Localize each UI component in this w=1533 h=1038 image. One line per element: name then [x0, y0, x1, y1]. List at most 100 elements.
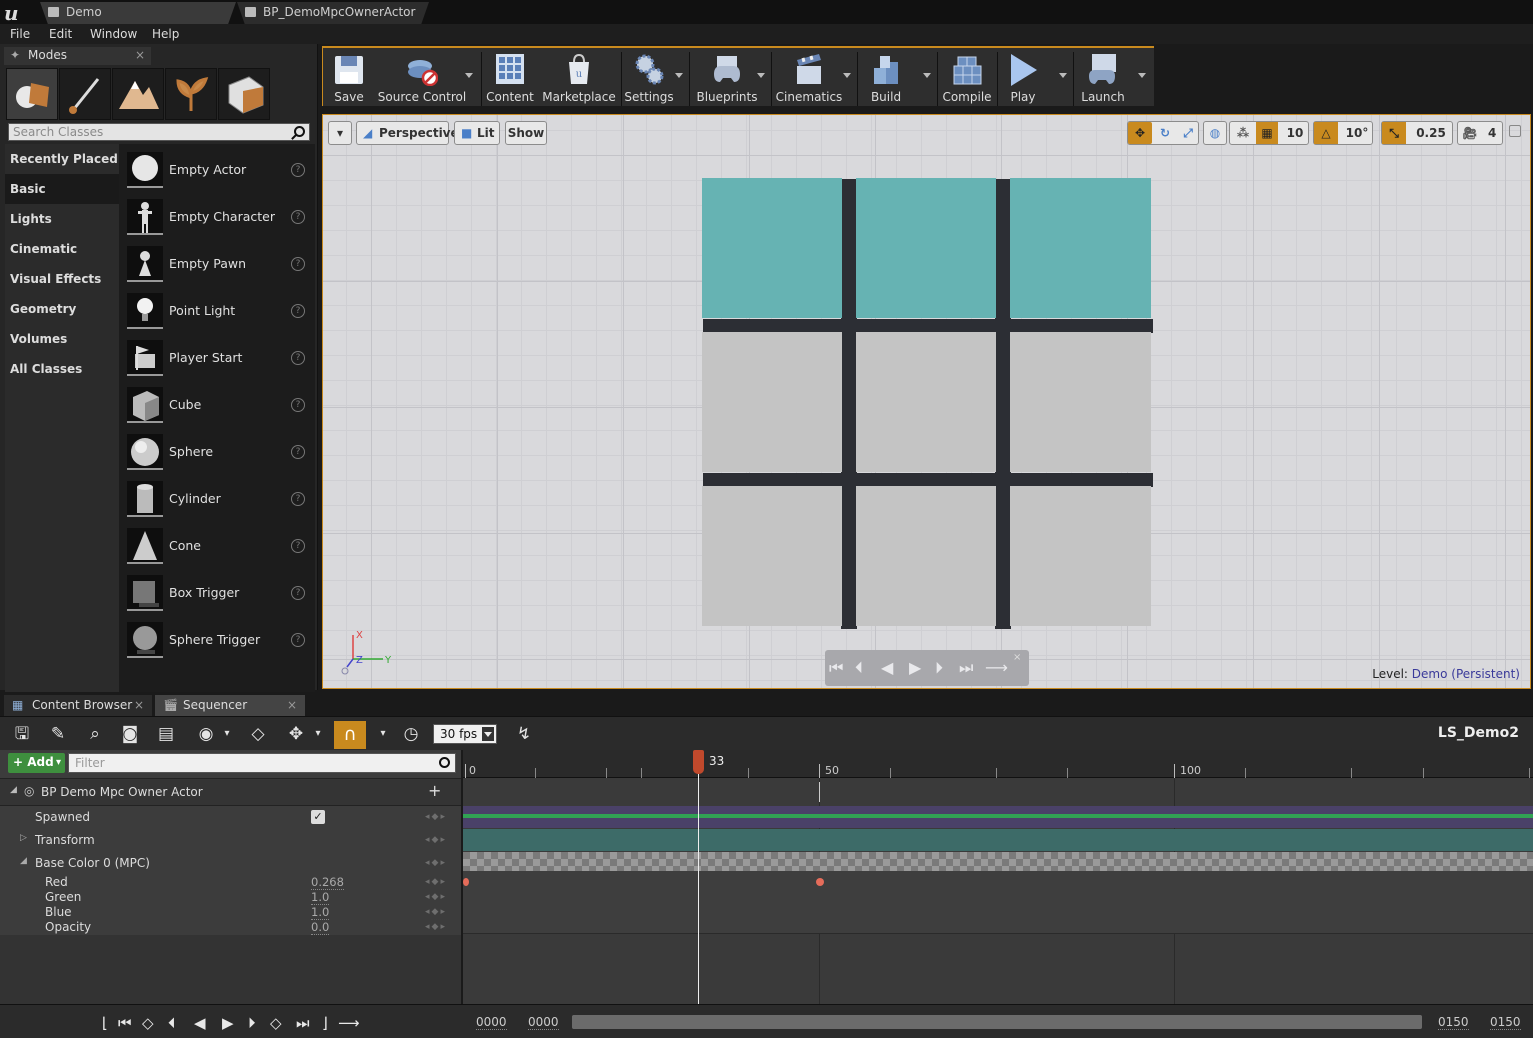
eye-icon[interactable]: ◉ — [195, 724, 217, 744]
teal-cube[interactable] — [702, 178, 842, 318]
modes-tab[interactable]: ✦ Modes × — [4, 47, 151, 65]
channel-value[interactable]: 1.0 — [311, 905, 330, 920]
transform-section[interactable] — [463, 829, 1533, 851]
play-button[interactable]: Play — [999, 48, 1047, 108]
source-control-dropdown-icon[interactable] — [465, 73, 473, 78]
surface-snap-icon[interactable]: ⁂ — [1232, 122, 1254, 144]
close-icon[interactable]: × — [135, 47, 145, 64]
place-item-point-light[interactable]: Point Light ? — [119, 287, 315, 334]
step-forward-icon[interactable]: ⏵ — [248, 1014, 256, 1032]
grey-cube[interactable] — [856, 486, 996, 626]
grey-cube[interactable] — [1010, 332, 1151, 472]
help-icon[interactable]: ? — [291, 633, 305, 647]
category-basic[interactable]: Basic — [5, 174, 119, 204]
set-end-icon[interactable]: ⌋ — [322, 1014, 328, 1032]
tab-blueprint[interactable]: BP_DemoMpcOwnerActor — [237, 2, 429, 24]
render-movie-icon[interactable]: ▤ — [155, 724, 177, 744]
channel-value[interactable]: 0.0 — [311, 920, 330, 935]
chevron-down-icon[interactable]: ▾ — [216, 724, 238, 744]
help-icon[interactable]: ? — [291, 492, 305, 506]
channel-row-blue[interactable]: Blue 1.0 ◂◆▸ — [0, 904, 461, 920]
category-visual-effects[interactable]: Visual Effects — [5, 264, 119, 294]
search-classes-input[interactable]: Search Classes — [8, 123, 310, 141]
geometry-mode-button[interactable] — [218, 68, 270, 120]
maximize-viewport-icon[interactable] — [1509, 125, 1521, 137]
add-track-button[interactable]: + Add ▾ — [8, 753, 65, 773]
place-item-empty-pawn[interactable]: Empty Pawn ? — [119, 240, 315, 287]
clock-icon[interactable]: ◷ — [400, 724, 422, 744]
category-recently-placed[interactable]: Recently Placed — [5, 144, 119, 174]
world-local-toggle[interactable]: ◍ — [1203, 121, 1227, 145]
show-button[interactable]: Show — [505, 121, 547, 145]
close-icon[interactable]: × — [1013, 652, 1021, 663]
translate-icon[interactable]: ✥ — [1128, 122, 1152, 144]
skip-to-end-icon[interactable]: ⏭ — [296, 1014, 310, 1032]
scale-snap-icon[interactable]: ⤡ — [1382, 122, 1406, 144]
tab-demo-level[interactable]: Demo — [40, 2, 236, 24]
compile-button[interactable]: Compile — [941, 48, 993, 108]
settings-dropdown-icon[interactable] — [675, 73, 683, 78]
channel-keys-area[interactable] — [463, 871, 1533, 934]
help-icon[interactable]: ? — [291, 398, 305, 412]
transform-track-row[interactable]: ▷ Transform ◂◆▸ — [0, 829, 461, 851]
tab-sequencer[interactable]: 🎬︎ Sequencer × — [155, 695, 305, 716]
keyframe-dot[interactable] — [463, 878, 469, 886]
teal-cube[interactable] — [1010, 178, 1151, 318]
key-navigation-icon[interactable]: ◂◆▸ — [425, 877, 447, 887]
menu-help[interactable]: Help — [152, 27, 179, 41]
rotation-snap-icon[interactable]: △ — [1314, 122, 1338, 144]
camera-icon[interactable]: ◙ — [119, 724, 141, 744]
key-navigation-icon[interactable]: ◂◆▸ — [425, 907, 447, 917]
perspective-button[interactable]: ◢ Perspective — [356, 121, 459, 145]
play-dropdown-icon[interactable] — [1059, 73, 1067, 78]
grey-cube[interactable] — [856, 332, 996, 472]
blueprints-button[interactable]: Blueprints — [691, 48, 763, 108]
lit-button[interactable]: ■ Lit — [454, 121, 500, 145]
add-icon[interactable]: + — [428, 781, 441, 800]
settings-button[interactable]: Settings — [623, 48, 675, 108]
previous-key-icon[interactable]: ◇ — [142, 1014, 154, 1032]
step-forward-icon[interactable]: ⏵ — [935, 658, 943, 678]
view-start-timecode[interactable]: 0000 — [476, 1015, 507, 1030]
level-viewport[interactable]: ▾ ◢ Perspective ■ Lit Show ✥ ↻ ⤢ ◍ ⁂ ▦ 1… — [322, 114, 1531, 689]
tab-content-browser[interactable]: ▦ Content Browser × — [4, 695, 152, 716]
source-control-button[interactable]: Source Control — [377, 48, 467, 108]
loop-icon[interactable]: ⟶ — [338, 1014, 360, 1032]
menu-window[interactable]: Window — [90, 27, 137, 41]
help-icon[interactable]: ? — [291, 445, 305, 459]
close-icon[interactable]: × — [287, 695, 297, 715]
scale-snap-value[interactable]: 0.25 — [1410, 122, 1452, 144]
scale-icon[interactable]: ⤢ — [1177, 122, 1199, 144]
set-start-icon[interactable]: ⌊ — [102, 1014, 108, 1032]
category-all-classes[interactable]: All Classes — [5, 354, 119, 384]
expand-arrow-icon[interactable]: ◢ — [20, 856, 27, 866]
category-volumes[interactable]: Volumes — [5, 324, 119, 354]
time-ruler[interactable]: 0 50 100 — [463, 750, 1533, 778]
channel-row-green[interactable]: Green 1.0 ◂◆▸ — [0, 889, 461, 905]
curve-editor-icon[interactable]: ↯ — [513, 724, 535, 744]
step-back-icon[interactable]: ⏴ — [855, 658, 863, 678]
marketplace-button[interactable]: u Marketplace — [541, 48, 617, 108]
scrollbar-thumb[interactable] — [572, 1015, 1422, 1029]
close-icon[interactable]: × — [134, 695, 144, 715]
grey-cube[interactable] — [702, 486, 842, 626]
auto-key-icon[interactable]: ✥ — [285, 724, 307, 744]
expand-arrow-icon[interactable]: ▷ — [20, 833, 27, 843]
place-item-cylinder[interactable]: Cylinder ? — [119, 475, 315, 522]
place-item-cone[interactable]: Cone ? — [119, 522, 315, 569]
blueprints-dropdown-icon[interactable] — [757, 73, 765, 78]
play-end-timecode[interactable]: 0150 — [1438, 1015, 1469, 1030]
help-icon[interactable]: ? — [291, 210, 305, 224]
chevron-down-icon[interactable]: ▾ — [372, 724, 394, 744]
view-end-timecode[interactable]: 0150 — [1490, 1015, 1521, 1030]
menu-edit[interactable]: Edit — [49, 27, 72, 41]
place-item-sphere-trigger[interactable]: Sphere Trigger ? — [119, 616, 315, 663]
save-as-icon[interactable]: ✎ — [47, 724, 69, 744]
key-navigation-icon[interactable]: ◂◆▸ — [425, 835, 447, 845]
grey-cube[interactable] — [1010, 486, 1151, 626]
snap-magnet-icon[interactable]: ∩ — [334, 721, 366, 749]
teal-cube[interactable] — [856, 178, 996, 318]
rotation-snap-value[interactable]: 10° — [1342, 122, 1372, 144]
help-icon[interactable]: ? — [291, 163, 305, 177]
place-mode-button[interactable] — [6, 68, 58, 120]
